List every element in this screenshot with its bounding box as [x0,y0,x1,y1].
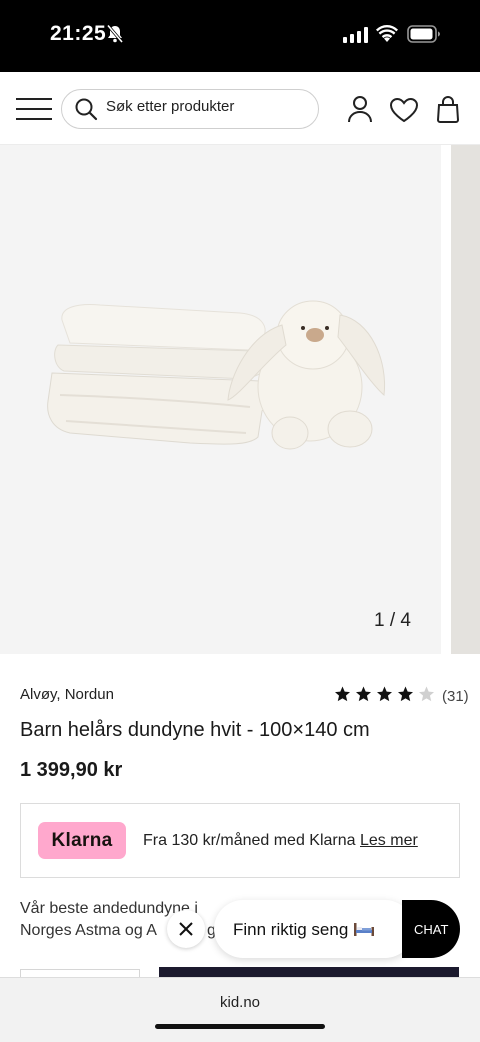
chat-prompt-text: Finn riktig seng [233,920,375,940]
star-empty-icon [419,686,434,702]
signal-icon [343,27,369,48]
cart-bag-icon[interactable] [436,95,460,128]
chat-prompt-bubble[interactable]: Finn riktig seng [214,900,414,958]
chat-button[interactable]: CHAT [402,900,460,958]
klarna-offer: Fra 130 kr/måned med Klarna [143,832,356,849]
search-icon [74,97,98,126]
close-icon[interactable] [167,910,205,948]
star-filled-icon [356,686,371,702]
rating-stars [333,685,438,708]
bell-muted-icon [106,24,124,49]
wishlist-heart-icon[interactable] [389,97,419,128]
klarna-financing-box: Klarna Fra 130 kr/måned med Klarna Les m… [20,803,460,878]
product-gallery[interactable]: 1 / 4 [0,145,480,654]
product-image[interactable]: 1 / 4 [0,145,441,654]
star-filled-icon [398,686,413,702]
search-input[interactable] [106,98,306,115]
product-brand[interactable]: Alvøy, Nordun [20,686,114,703]
battery-icon [407,25,441,48]
product-price: 1 399,90 kr [20,759,123,781]
wifi-icon [376,25,398,48]
url-text: kid.no [219,994,261,1011]
duvet-and-bunny-illustration [47,300,386,450]
star-filled-icon [335,686,350,702]
status-time: 21:25 [50,22,107,45]
klarna-read-more-link[interactable]: Les mer [360,832,418,849]
image-counter: 1 / 4 [374,610,411,631]
account-icon[interactable] [347,95,373,128]
bed-emoji-icon [354,923,375,936]
klarna-logo: Klarna [38,822,126,859]
rating-count: (31) [442,688,469,705]
star-filled-icon [377,686,392,702]
product-title: Barn helårs dundyne hvit - 100×140 cm [20,719,370,741]
next-image-preview[interactable] [451,145,480,654]
chat-button-label: CHAT [414,922,449,937]
site-header [0,72,480,145]
browser-url-bar[interactable]: kid.no [0,977,480,1042]
menu-icon[interactable] [16,96,52,122]
home-indicator[interactable] [155,1024,325,1029]
klarna-text: Fra 130 kr/måned med Klarna Les mer [143,832,418,850]
status-bar: 21:25 [0,0,480,72]
product-rating[interactable]: (31) [333,685,469,708]
search-bar[interactable] [61,89,319,129]
